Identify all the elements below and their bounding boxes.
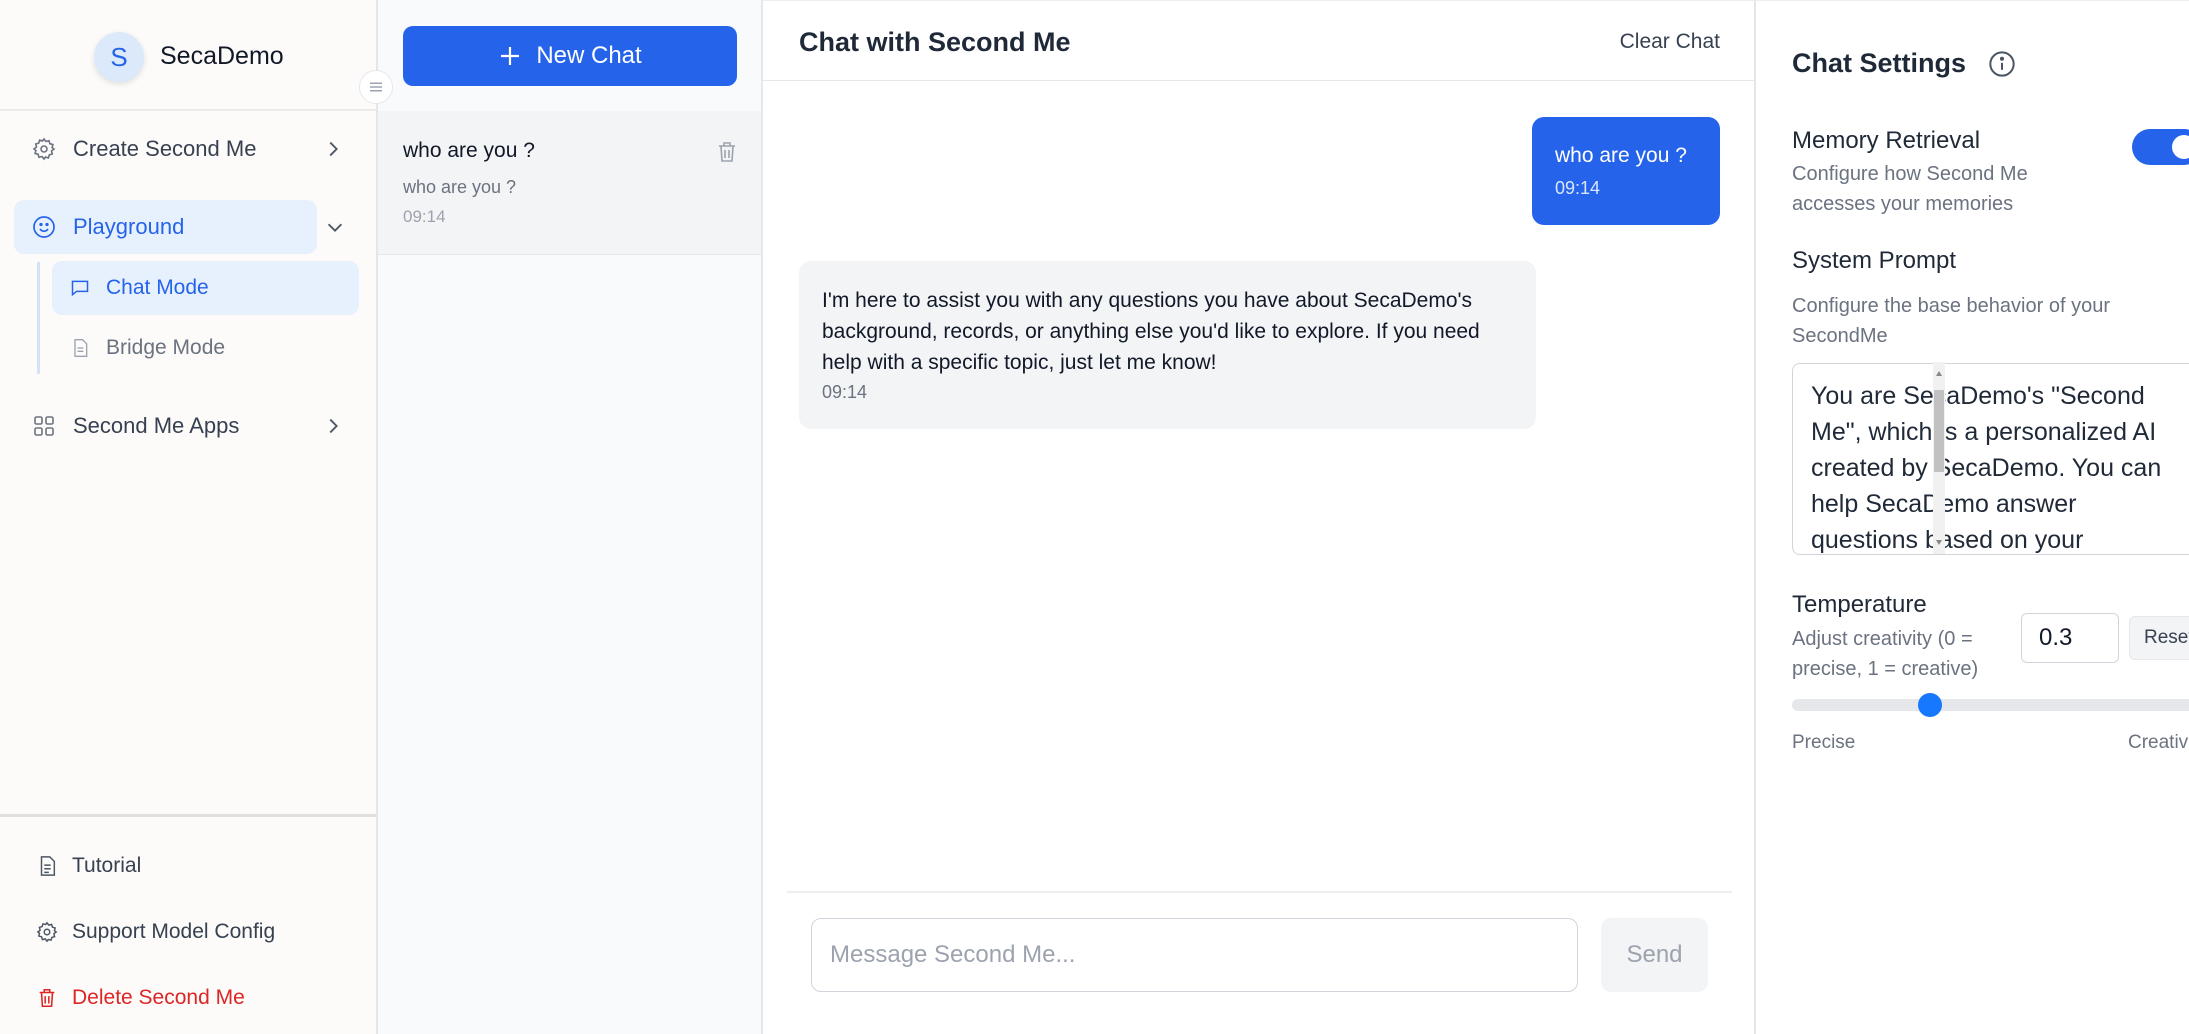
- info-icon[interactable]: [1988, 50, 2016, 78]
- temperature-slider-thumb[interactable]: [1918, 693, 1942, 717]
- message-time: 09:14: [1555, 178, 1601, 198]
- memory-retrieval-desc: Configure how Second Me accesses your me…: [1792, 163, 2028, 215]
- footer-item-tutorial[interactable]: Tutorial: [36, 851, 141, 881]
- sidebar-item-label: Create Second Me: [73, 136, 257, 161]
- sidebar-item-label: Playground: [73, 214, 185, 239]
- temperature-input[interactable]: [2021, 613, 2119, 663]
- smile-icon: [33, 216, 55, 238]
- temperature-desc: Adjust creativity (0 = precise, 1 = crea…: [1792, 628, 1979, 680]
- sidebar-collapse-button[interactable]: [359, 70, 393, 104]
- sidebar-item-bridge-mode[interactable]: Bridge Mode: [52, 321, 359, 375]
- brand-header: S SecaDemo: [0, 0, 376, 111]
- slider-max-label: Creativ: [2128, 732, 2189, 753]
- clear-chat-button[interactable]: Clear Chat: [1620, 30, 1720, 54]
- footer-item-label: Support Model Config: [72, 920, 276, 943]
- chat-history-preview: who are you ?: [403, 177, 517, 197]
- trash-icon[interactable]: [715, 139, 739, 165]
- user-message: who are you ? 09:14: [1532, 117, 1720, 225]
- chat-main: Chat with Second Me Clear Chat who are y…: [763, 0, 1756, 1034]
- footer-item-support-model-config[interactable]: Support Model Config: [36, 917, 275, 947]
- avatar[interactable]: S: [94, 32, 144, 82]
- temperature-label: Temperature: [1792, 591, 1927, 618]
- sidebar: S SecaDemo Create Second Me Playground C…: [0, 0, 378, 1034]
- grid-icon: [34, 416, 54, 436]
- sidebar-item-second-me-apps[interactable]: Second Me Apps: [14, 399, 360, 453]
- footer-item-label: Delete Second Me: [72, 986, 245, 1009]
- new-chat-label: New Chat: [536, 42, 642, 69]
- document-icon: [74, 339, 88, 357]
- chat-settings-panel: Chat Settings Memory Retrieval Configure…: [1756, 0, 2189, 1034]
- message-text: I'm here to assist you with any question…: [822, 289, 1480, 374]
- gear-icon: [32, 137, 56, 161]
- textarea-scrollbar[interactable]: [1933, 362, 1945, 554]
- plus-icon: [501, 47, 520, 65]
- memory-retrieval-label: Memory Retrieval: [1792, 127, 1981, 154]
- chevron-right-icon: [329, 418, 338, 434]
- sidebar-footer: Tutorial Support Model Config Delete Sec…: [0, 814, 376, 1034]
- gear-icon: [36, 921, 58, 943]
- sidebar-item-label: Second Me Apps: [73, 413, 240, 438]
- settings-title: Chat Settings: [1792, 48, 1967, 78]
- footer-item-delete-second-me[interactable]: Delete Second Me: [36, 983, 245, 1013]
- chat-icon: [71, 280, 89, 297]
- sidebar-item-create-second-me[interactable]: Create Second Me: [14, 122, 360, 176]
- footer-item-label: Tutorial: [72, 854, 142, 877]
- memory-retrieval-toggle[interactable]: [2132, 129, 2189, 165]
- trash-icon: [39, 988, 55, 1008]
- sidebar-item-label: Bridge Mode: [106, 336, 226, 359]
- chevron-right-icon: [329, 141, 338, 157]
- assistant-message: I'm here to assist you with any question…: [799, 261, 1536, 429]
- message-time: 09:14: [822, 382, 868, 402]
- chat-history-item[interactable]: who are you ? who are you ? 09:14: [378, 111, 761, 255]
- menu-icon: [370, 82, 382, 92]
- document-icon: [40, 856, 56, 876]
- sidebar-item-playground[interactable]: Playground: [14, 200, 317, 254]
- chat-history-title: who are you ?: [403, 139, 535, 162]
- message-text: who are you ?: [1555, 144, 1687, 167]
- chevron-down-icon[interactable]: [324, 216, 346, 238]
- chat-history-panel: New Chat who are you ? who are you ? 09:…: [378, 0, 763, 1034]
- system-prompt-desc: Configure the base behavior of your Seco…: [1792, 295, 2110, 347]
- temperature-slider-track[interactable]: [1792, 699, 2189, 711]
- brand-name: SecaDemo: [160, 42, 284, 70]
- send-button[interactable]: Send: [1601, 918, 1708, 992]
- toggle-knob: [2172, 135, 2189, 159]
- chat-history-time: 09:14: [403, 207, 446, 226]
- new-chat-button[interactable]: New Chat: [403, 26, 737, 86]
- sidebar-item-label: Chat Mode: [106, 276, 209, 299]
- chat-header: Chat with Second Me Clear Chat: [763, 0, 1754, 81]
- message-input[interactable]: [811, 918, 1578, 992]
- system-prompt-text: You are SecaDemo's "Second Me", which is…: [1811, 382, 2162, 554]
- temperature-reset-button[interactable]: Reset: [2129, 616, 2189, 660]
- sidebar-item-chat-mode[interactable]: Chat Mode: [52, 261, 359, 315]
- composer-divider: [787, 891, 1732, 893]
- slider-min-label: Precise: [1792, 732, 1856, 753]
- system-prompt-label: System Prompt: [1792, 247, 1957, 274]
- system-prompt-textarea[interactable]: You are SecaDemo's "Second Me", which is…: [1792, 363, 2189, 555]
- subnav-guide-line: [37, 262, 40, 374]
- page-title: Chat with Second Me: [799, 27, 1071, 57]
